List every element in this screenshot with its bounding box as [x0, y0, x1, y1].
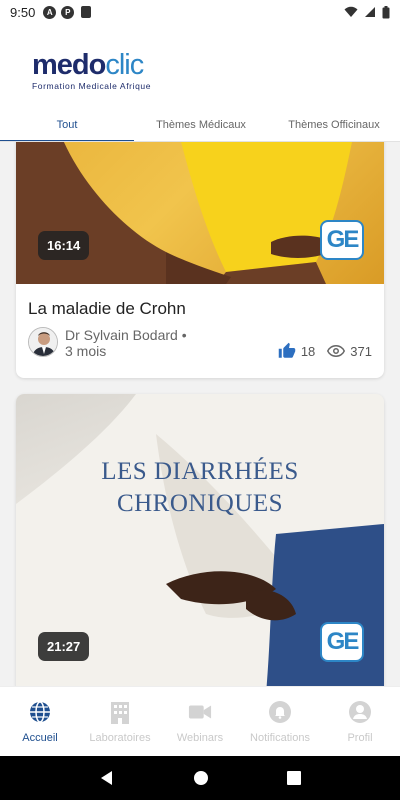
- status-bar: 9:50 A P: [0, 0, 400, 24]
- back-triangle-icon[interactable]: [99, 770, 115, 786]
- status-time: 9:50: [10, 4, 36, 20]
- battery-icon: [382, 5, 390, 18]
- bottom-navigation: Accueil Laboratoires Webinars Notificati…: [0, 686, 400, 756]
- video-thumbnail[interactable]: 16:14 GE: [16, 142, 384, 284]
- nav-webinars[interactable]: Webinars: [160, 687, 240, 756]
- video-overlay-title-line2: CHRONIQUES: [116, 490, 284, 517]
- view-count: 371: [350, 343, 372, 359]
- video-title[interactable]: La maladie de Crohn: [28, 299, 186, 319]
- logo-text-part1: medo: [32, 49, 106, 81]
- wifi-icon: [344, 6, 358, 17]
- notification-p-icon: P: [61, 5, 75, 19]
- nav-accueil[interactable]: Accueil: [0, 687, 80, 756]
- notification-a-icon: A: [43, 5, 57, 19]
- author-avatar[interactable]: [28, 327, 58, 357]
- video-card[interactable]: 16:14 GE La maladie de Crohn Dr Sylvain …: [16, 142, 384, 378]
- ge-badge-logo: GE: [320, 220, 364, 260]
- system-navigation-bar: [0, 756, 400, 800]
- video-overlay-title-line1: LES DIARRHÉES: [101, 458, 299, 485]
- author-name: Dr Sylvain Bodard •: [65, 327, 187, 343]
- bell-icon: [268, 700, 292, 724]
- cell-signal-icon: [365, 7, 375, 17]
- app-screen: 9:50 A P medoclic Formation Medicale Afr…: [0, 0, 400, 800]
- nav-label: Webinars: [176, 731, 224, 744]
- video-card[interactable]: LES DIARRHÉES CHRONIQUES 21:27 GE: [16, 394, 384, 686]
- nav-label: Accueil: [22, 731, 58, 744]
- author-info[interactable]: Dr Sylvain Bodard • 3 mois: [28, 327, 187, 359]
- home-circle-icon[interactable]: [193, 770, 209, 786]
- nav-label: Laboratoires: [89, 731, 151, 744]
- video-age: 3 mois: [65, 343, 107, 359]
- app-header: medoclic Formation Medicale Afrique: [0, 24, 400, 116]
- nav-laboratoires[interactable]: Laboratoires: [80, 687, 160, 756]
- tab-themes-officinaux[interactable]: Thèmes Officinaux: [268, 108, 400, 142]
- globe-icon: [28, 700, 52, 724]
- nav-label: Profil: [347, 731, 373, 744]
- video-duration: 21:27: [38, 632, 90, 661]
- user-icon: [348, 700, 372, 724]
- eye-icon: [327, 344, 346, 358]
- tab-tout[interactable]: Tout: [0, 108, 134, 142]
- logo-tagline: Formation Medicale Afrique: [32, 81, 152, 91]
- video-thumbnail[interactable]: LES DIARRHÉES CHRONIQUES 21:27 GE: [16, 394, 384, 686]
- video-camera-icon: [188, 700, 212, 724]
- nav-label: Notifications: [250, 731, 310, 744]
- ge-badge-logo: GE: [320, 622, 364, 662]
- recents-square-icon[interactable]: [287, 771, 301, 785]
- sim-card-icon: [81, 6, 92, 18]
- nav-profil[interactable]: Profil: [320, 687, 400, 756]
- like-count: 18: [300, 343, 316, 359]
- category-tabs: Tout Thèmes Médicaux Thèmes Officinaux: [0, 108, 400, 142]
- building-icon: [108, 700, 132, 724]
- tab-themes-medicaux[interactable]: Thèmes Médicaux: [134, 108, 268, 142]
- thumbs-up-icon[interactable]: [278, 342, 296, 360]
- avatar-portrait: [29, 328, 57, 356]
- nav-notifications[interactable]: Notifications: [240, 687, 320, 756]
- thumbnail-illustration: [16, 142, 352, 284]
- video-duration: 16:14: [38, 231, 90, 260]
- video-feed[interactable]: 16:14 GE La maladie de Crohn Dr Sylvain …: [0, 142, 400, 686]
- logo-text-part2: clic: [105, 49, 144, 81]
- video-stats: 18 371: [278, 342, 372, 360]
- medoclic-logo: medoclic Formation Medicale Afrique: [32, 50, 151, 91]
